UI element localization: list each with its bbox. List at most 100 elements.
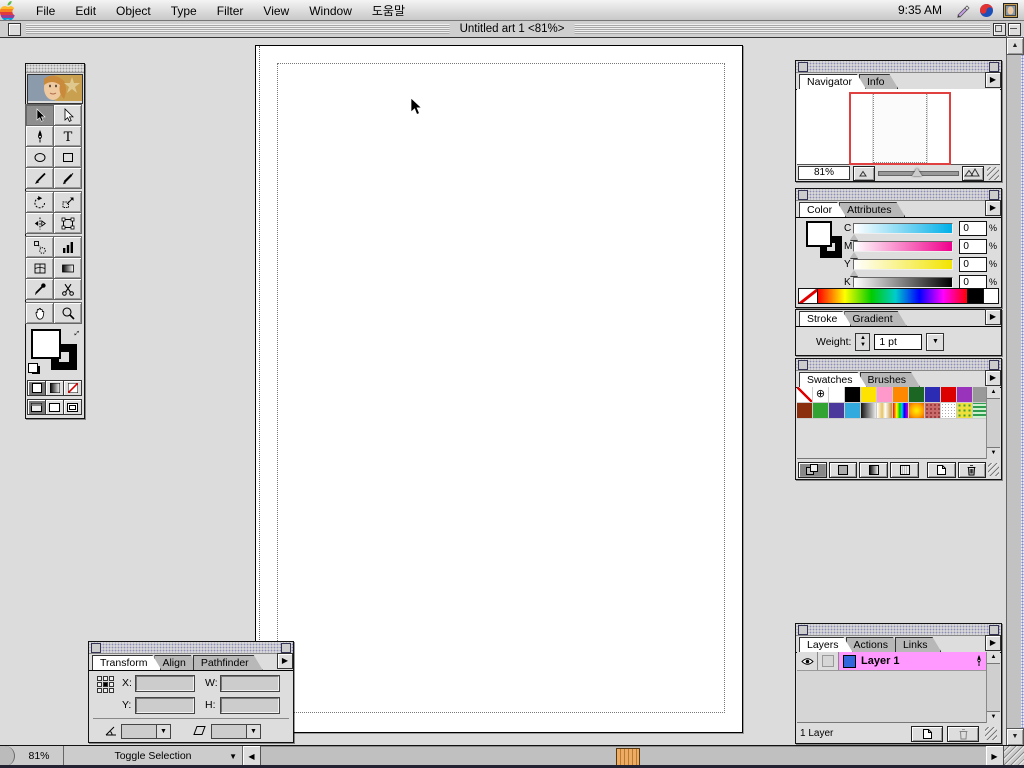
free-transform-tool[interactable] <box>53 212 82 234</box>
swatches-scroll-down[interactable]: ▼ <box>987 447 1000 459</box>
reflect-tool[interactable] <box>25 212 54 234</box>
menu-item-1[interactable]: Edit <box>65 4 106 18</box>
tab-brushes[interactable]: Brushes <box>860 372 921 387</box>
stroke-flyout-button[interactable]: ▶ <box>985 309 1001 325</box>
resize-grip[interactable] <box>985 727 997 740</box>
swatch-none[interactable] <box>797 387 813 403</box>
gradient-tool[interactable] <box>53 257 82 279</box>
pencil-input-icon[interactable] <box>955 3 970 18</box>
tab-attributes[interactable]: Attributes <box>839 202 905 217</box>
spectrum-white-swatch[interactable] <box>983 289 998 303</box>
type-tool[interactable]: T <box>53 125 82 147</box>
palette-title-bar[interactable] <box>796 359 1001 371</box>
palette-close-box[interactable] <box>798 62 808 72</box>
eyedropper-tool[interactable] <box>25 278 54 300</box>
swatch-maroon[interactable] <box>797 403 813 419</box>
layer-name[interactable]: Layer 1 <box>861 655 900 667</box>
default-fill-stroke-icon[interactable] <box>28 363 42 375</box>
swatch-red[interactable] <box>941 387 957 403</box>
rotate-combo[interactable]: ▼ <box>121 724 171 739</box>
none-mode-button[interactable] <box>63 380 82 396</box>
menu-item-5[interactable]: View <box>253 4 299 18</box>
zoom-in-button[interactable] <box>962 166 984 181</box>
navigator-flyout-button[interactable]: ▶ <box>985 72 1001 88</box>
layers-scrollbar[interactable]: ▲ ▼ <box>986 652 1000 723</box>
new-layer-button[interactable] <box>911 726 943 742</box>
swatch-pattern-dots[interactable] <box>941 403 957 419</box>
menu-item-7[interactable]: 도움말 <box>362 4 415 18</box>
swatch-pattern-red[interactable] <box>925 403 941 419</box>
resize-grip[interactable] <box>988 463 999 476</box>
blend-tool[interactable] <box>25 236 54 258</box>
tab-links[interactable]: Links <box>895 637 942 652</box>
swatch-purple[interactable] <box>957 387 973 403</box>
palette-close-box[interactable] <box>91 643 101 653</box>
reference-point-selector[interactable] <box>97 676 114 693</box>
layer-row[interactable]: Layer 1 <box>797 652 987 671</box>
navigator-zoom-field[interactable]: 81% <box>798 166 850 180</box>
show-pattern-swatches-button[interactable] <box>890 462 919 478</box>
close-box[interactable] <box>8 23 21 36</box>
magenta-slider[interactable] <box>853 241 953 252</box>
y-field[interactable] <box>136 698 194 713</box>
direct-selection-tool[interactable] <box>53 104 82 126</box>
pencil-tool[interactable] <box>53 167 82 189</box>
tab-actions[interactable]: Actions <box>846 637 902 652</box>
palette-title-bar[interactable] <box>796 624 1001 636</box>
delete-layer-button[interactable] <box>947 726 979 742</box>
swatch-green[interactable] <box>813 403 829 419</box>
delete-swatch-button[interactable] <box>958 462 987 478</box>
color-mode-button[interactable] <box>27 380 46 396</box>
toolbox-drag-bar[interactable] <box>26 64 84 73</box>
swatch-cyan-blue[interactable] <box>845 403 861 419</box>
cyan-slider[interactable] <box>853 223 953 234</box>
shear-combo[interactable]: ▼ <box>211 724 261 739</box>
selection-tool[interactable] <box>25 104 54 126</box>
statusbar-mode-popup[interactable]: Toggle Selection ▼ <box>64 746 243 766</box>
resize-grip[interactable] <box>987 167 999 180</box>
menu-item-6[interactable]: Window <box>299 4 362 18</box>
fullscreen-mode-button[interactable] <box>63 399 82 415</box>
tab-stroke[interactable]: Stroke <box>799 311 851 326</box>
show-color-swatches-button[interactable] <box>829 462 858 478</box>
fill-proxy[interactable] <box>806 221 832 247</box>
color-flyout-button[interactable]: ▶ <box>985 200 1001 216</box>
swap-fill-stroke-icon[interactable]: ↔ <box>69 325 84 340</box>
weight-stepper[interactable]: ▲▼ <box>855 333 870 351</box>
h-field[interactable] <box>221 698 279 713</box>
menu-item-2[interactable]: Object <box>106 4 161 18</box>
magenta-value-field[interactable]: 0 <box>959 239 987 254</box>
spectrum-ramp[interactable] <box>818 289 967 303</box>
show-gradient-swatches-button[interactable] <box>859 462 888 478</box>
tab-swatches[interactable]: Swatches <box>799 372 867 387</box>
pen-tool[interactable] <box>25 125 54 147</box>
palette-close-box[interactable] <box>798 625 808 635</box>
layer-visibility-toggle[interactable] <box>797 652 818 670</box>
tab-color[interactable]: Color <box>799 202 846 217</box>
palette-title-bar[interactable] <box>89 642 293 654</box>
scroll-right-button[interactable]: ▶ <box>986 746 1004 766</box>
x-field[interactable] <box>136 676 194 691</box>
tab-layers[interactable]: Layers <box>799 637 853 652</box>
tab-pathfinder[interactable]: Pathfinder <box>193 655 263 670</box>
swatch-gradient-radial-orange[interactable] <box>909 403 925 419</box>
zoom-tool[interactable] <box>53 302 82 324</box>
weight-dropdown-button[interactable]: ▼ <box>926 333 944 351</box>
paintbrush-tool[interactable] <box>25 167 54 189</box>
fill-stroke-proxy[interactable]: ↔ <box>28 327 82 377</box>
tab-info[interactable]: Info <box>859 74 899 89</box>
navigator-zoom-slider[interactable] <box>878 171 959 176</box>
cyan-value-field[interactable]: 0 <box>959 221 987 236</box>
swatch-indigo[interactable] <box>829 403 845 419</box>
collapse-box[interactable] <box>1008 23 1021 36</box>
tab-navigator[interactable]: Navigator <box>799 74 866 89</box>
layers-scroll-up[interactable]: ▲ <box>987 652 1000 664</box>
application-menu-icon[interactable] <box>1003 3 1018 18</box>
show-all-swatches-button[interactable] <box>798 462 827 478</box>
zoom-slider-thumb[interactable] <box>912 168 922 176</box>
rotate-tool[interactable] <box>25 191 54 213</box>
document-title-bar[interactable]: Untitled art 1 <81%> <box>0 20 1024 38</box>
w-field[interactable] <box>221 676 279 691</box>
black-slider[interactable] <box>853 277 953 288</box>
swatch-white[interactable] <box>829 387 845 403</box>
